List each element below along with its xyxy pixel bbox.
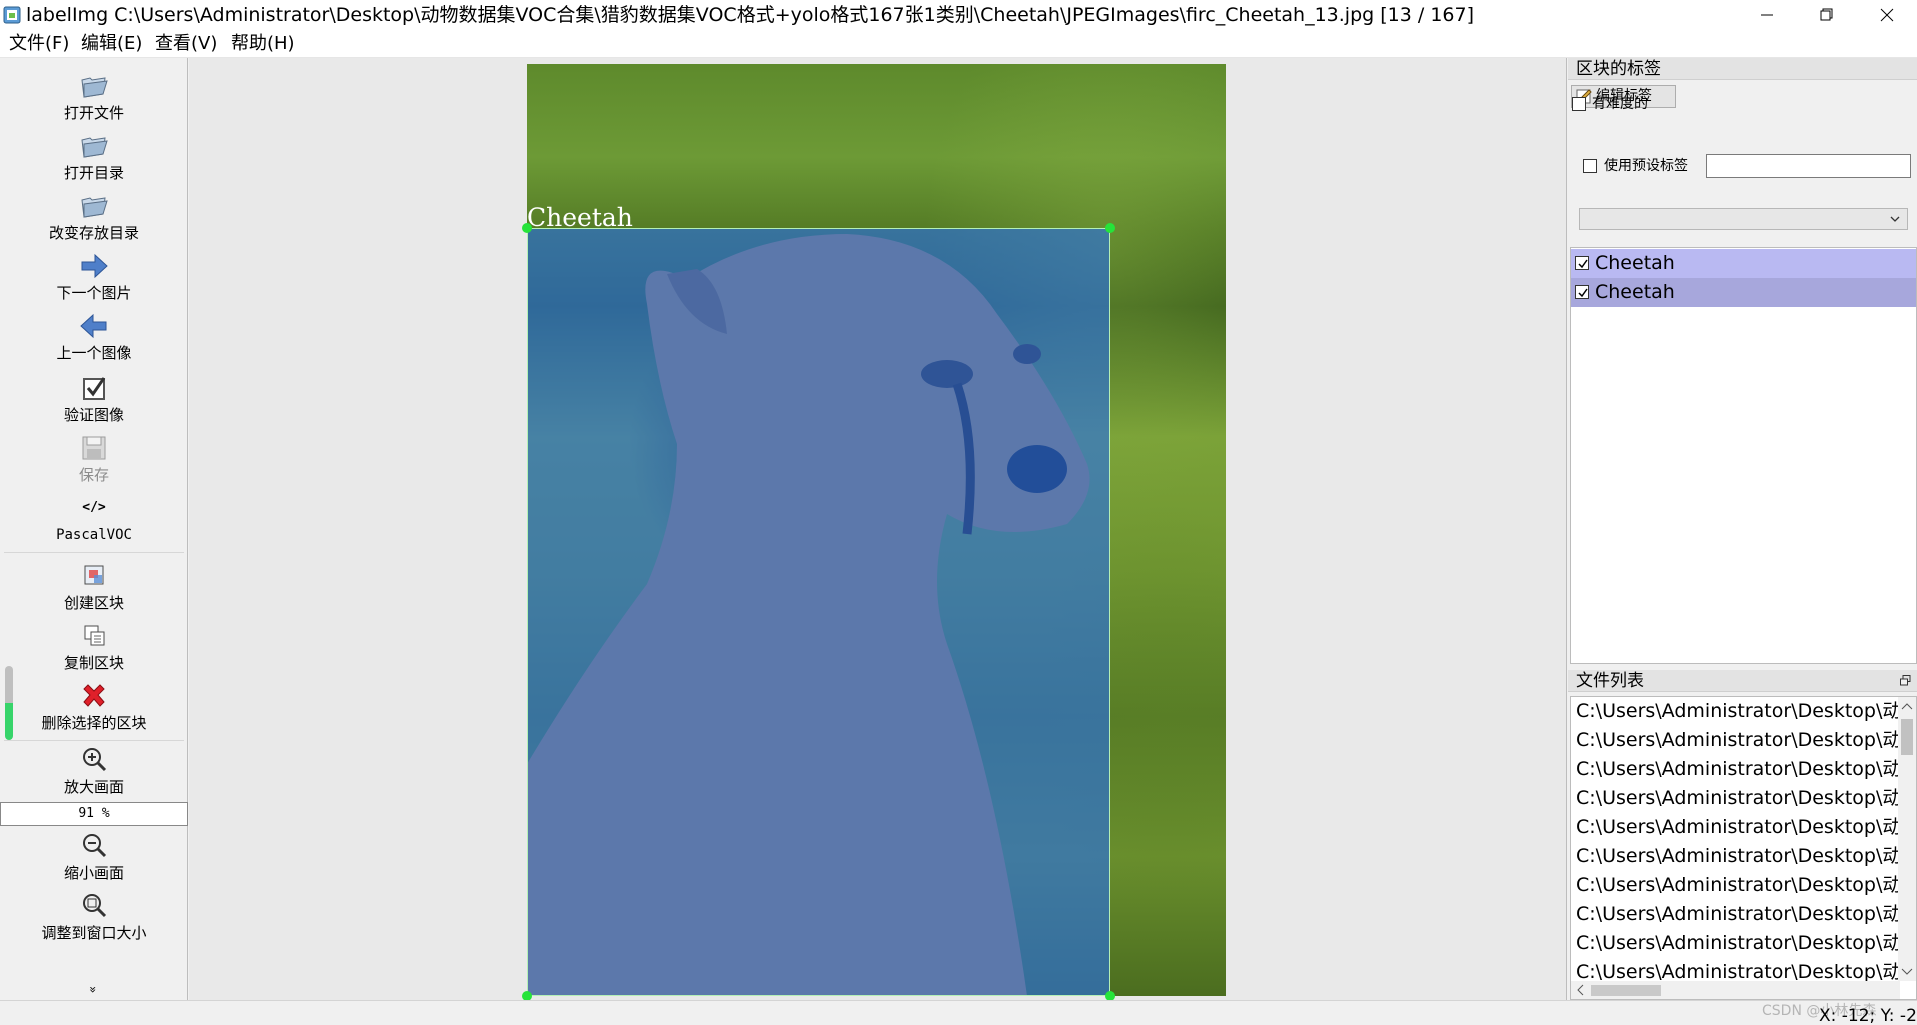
left-toolbar: 打开文件 打开目录 改变存放目录 下一个图片 上一个图像 验证图像 保存 </> [0, 58, 188, 1000]
scroll-down-icon [1901, 968, 1913, 975]
label-visible-checkbox[interactable] [1575, 285, 1589, 299]
cursor-coordinates: X: -12; Y: -2 [1819, 1006, 1917, 1025]
toolbar-separator [4, 552, 184, 553]
delete-box-label: 删除选择的区块 [41, 714, 147, 732]
file-list-vertical-scrollbar[interactable] [1898, 697, 1916, 981]
labelimg-app-icon [3, 6, 21, 24]
duplicate-box-label: 复制区块 [63, 654, 124, 672]
zoom-value-field[interactable]: 91 % [0, 802, 188, 826]
label-list-item-text: Cheetah [1595, 281, 1675, 303]
use-default-label-checkbox[interactable] [1583, 159, 1597, 173]
zoom-in-icon [83, 748, 107, 772]
title-bar: labelImg C:\Users\Administrator\Desktop\… [0, 0, 1917, 30]
file-list-dock-title: 文件列表 [1568, 670, 1917, 692]
floppy-disk-icon [82, 436, 106, 460]
toolbar-extend-icon[interactable]: » [86, 986, 100, 1000]
box-label-list[interactable]: Cheetah Cheetah [1570, 247, 1917, 664]
arrow-left-icon [80, 313, 107, 339]
toolbar-separator [4, 740, 184, 741]
bbox-corner-handle-top-left[interactable] [522, 223, 532, 233]
open-file-label: 打开文件 [63, 104, 124, 122]
bounding-box[interactable] [527, 228, 1110, 996]
scroll-up-icon [1901, 703, 1913, 710]
label-list-item[interactable]: Cheetah [1571, 249, 1916, 278]
file-list-item[interactable]: C:\Users\Administrator\Desktop\动 [1576, 815, 1901, 839]
check-icon [1578, 259, 1588, 269]
file-list-item[interactable]: C:\Users\Administrator\Desktop\动 [1576, 873, 1901, 897]
label-list-item-text: Cheetah [1595, 252, 1675, 274]
save-label: 保存 [78, 466, 109, 484]
file-list-item[interactable]: C:\Users\Administrator\Desktop\动 [1576, 902, 1901, 926]
bbox-corner-handle-top-right[interactable] [1105, 223, 1115, 233]
change-save-dir-label: 改变存放目录 [48, 224, 139, 242]
difficult-checkbox[interactable] [1572, 97, 1586, 111]
file-list-item[interactable]: C:\Users\Administrator\Desktop\动 [1576, 931, 1901, 955]
open-folder-icon [81, 137, 108, 158]
red-x-icon [83, 684, 105, 707]
window-title: labelImg C:\Users\Administrator\Desktop\… [26, 4, 1474, 26]
open-folder-icon [81, 77, 108, 98]
box-labels-dock-title: 区块的标签 [1568, 58, 1917, 80]
zoom-in-label: 放大画面 [63, 778, 124, 796]
file-list-item[interactable]: C:\Users\Administrator\Desktop\动 [1576, 757, 1901, 781]
difficult-label: 有难度的 [1592, 96, 1648, 112]
prev-image-label: 上一个图像 [56, 344, 132, 362]
scroll-left-icon [1577, 984, 1584, 996]
label-combo-box[interactable] [1579, 208, 1908, 230]
vertical-scroll-thumb[interactable] [1901, 719, 1913, 755]
menu-help[interactable]: 帮助(H) [231, 33, 295, 55]
file-list-dock: 文件列表 C:\Users\Administrator\Desktop\动 C:… [1568, 670, 1917, 1000]
fit-window-icon [83, 894, 107, 918]
verify-image-label: 验证图像 [63, 406, 124, 424]
file-list[interactable]: C:\Users\Administrator\Desktop\动 C:\User… [1570, 696, 1917, 1000]
chevron-down-icon [1890, 216, 1900, 222]
bounding-box-label: Cheetah [527, 203, 633, 232]
menu-view[interactable]: 查看(V) [155, 33, 217, 55]
restore-button[interactable] [1797, 0, 1857, 30]
checkbox-icon [83, 377, 106, 400]
menu-bar: 文件(F) 编辑(E) 查看(V) 帮助(H) [0, 30, 1917, 58]
labelimg-window: labelImg C:\Users\Administrator\Desktop\… [0, 0, 1917, 1025]
minimize-button[interactable] [1737, 0, 1797, 30]
fit-window-label: 调整到窗口大小 [41, 924, 147, 942]
status-bar [0, 1000, 1917, 1025]
float-dock-icon[interactable] [1900, 675, 1911, 686]
arrow-right-icon [81, 253, 108, 279]
copy-icon [84, 625, 105, 646]
file-list-item[interactable]: C:\Users\Administrator\Desktop\动 [1576, 786, 1901, 810]
next-image-label: 下一个图片 [56, 284, 132, 302]
menu-file[interactable]: 文件(F) [9, 33, 69, 55]
create-box-label: 创建区块 [63, 594, 124, 612]
code-icon: </> [82, 500, 106, 515]
restore-icon [1820, 8, 1833, 21]
use-default-label-text: 使用预设标签 [1604, 158, 1688, 174]
label-visible-checkbox[interactable] [1575, 256, 1589, 270]
file-list-item[interactable]: C:\Users\Administrator\Desktop\动 [1576, 844, 1901, 868]
file-list-horizontal-scrollbar[interactable] [1571, 981, 1900, 999]
open-folder-icon [81, 197, 108, 218]
label-list-item[interactable]: Cheetah [1571, 278, 1916, 307]
default-label-input[interactable] [1706, 154, 1911, 178]
close-icon [1880, 8, 1894, 22]
open-dir-label: 打开目录 [63, 164, 124, 182]
image-canvas[interactable]: Cheetah [189, 58, 1567, 1001]
menu-edit[interactable]: 编辑(E) [81, 33, 142, 55]
file-list-item[interactable]: C:\Users\Administrator\Desktop\动 [1576, 728, 1901, 752]
horizontal-scroll-thumb[interactable] [1591, 985, 1661, 996]
minimize-icon [1761, 14, 1773, 16]
format-label: PascalVOC [56, 527, 132, 543]
file-list-item[interactable]: C:\Users\Administrator\Desktop\动 [1576, 699, 1901, 723]
check-icon [1578, 288, 1588, 298]
create-box-icon [84, 565, 104, 585]
zoom-out-label: 缩小画面 [63, 864, 124, 882]
box-labels-dock: 区块的标签 编辑标签 有难度的 使用预设标签 Cheetah Cheetah [1568, 58, 1917, 664]
zoom-out-icon [83, 834, 107, 858]
close-button[interactable] [1857, 0, 1917, 30]
